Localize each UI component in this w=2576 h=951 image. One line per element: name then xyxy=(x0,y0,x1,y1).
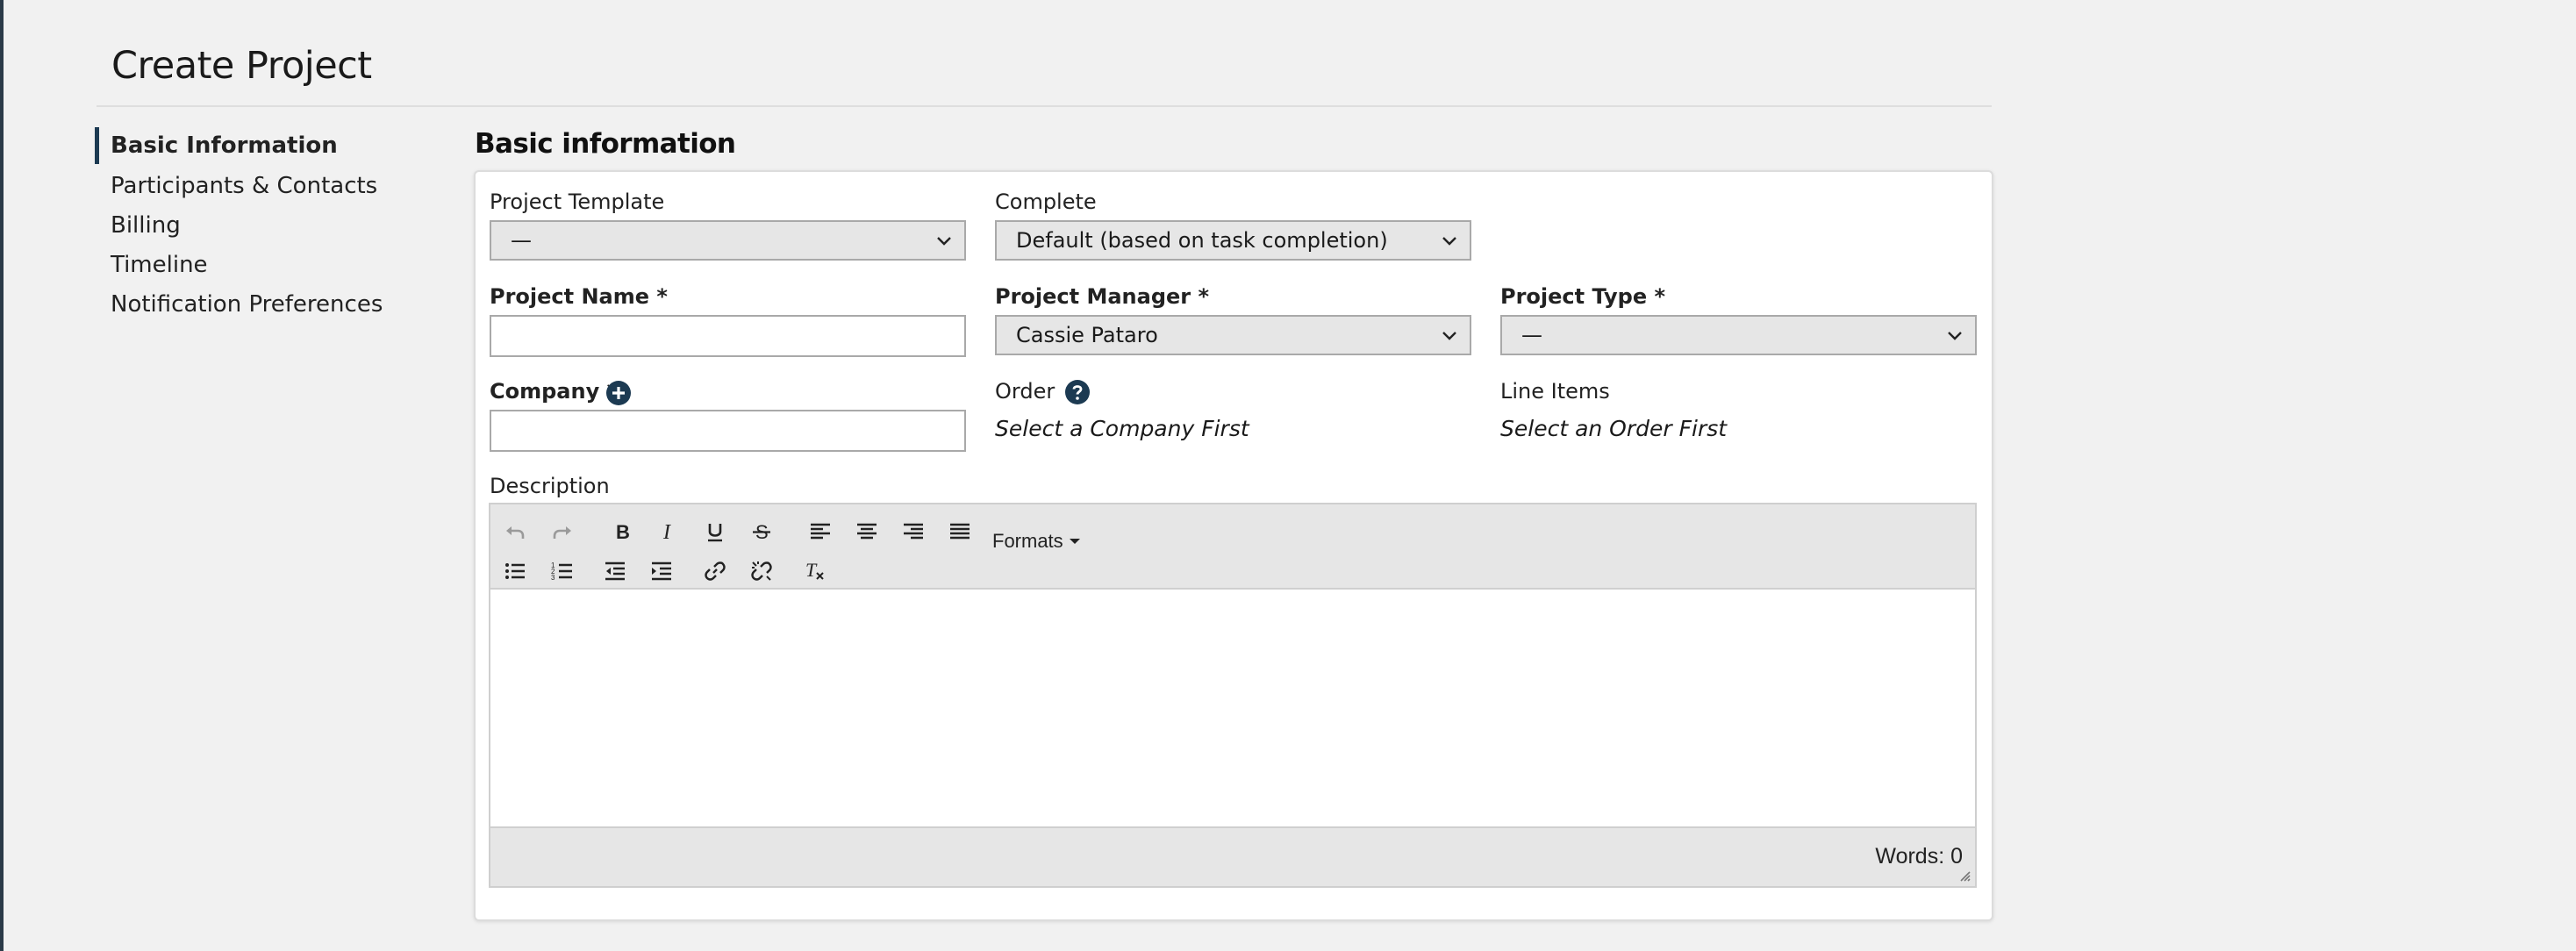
chevron-down-icon xyxy=(937,237,951,246)
clear-formatting-icon: T xyxy=(805,559,824,581)
order-label: Order xyxy=(995,379,1055,404)
link-button[interactable] xyxy=(698,554,733,588)
sidebar-item-timeline[interactable]: Timeline xyxy=(95,246,446,285)
project-manager-select[interactable]: Cassie Pataro xyxy=(995,315,1471,355)
project-type-label: Project Type * xyxy=(1500,284,1666,309)
svg-text:B: B xyxy=(616,521,630,543)
window-edge xyxy=(0,0,4,951)
sidebar-item-basic-information[interactable]: Basic Information xyxy=(95,127,446,164)
indent-icon xyxy=(652,561,671,581)
bullet-list-button[interactable] xyxy=(497,554,533,588)
underline-button[interactable] xyxy=(698,515,733,548)
order-placeholder-note: Select a Company First xyxy=(995,416,1249,441)
undo-icon xyxy=(506,526,525,539)
outdent-icon xyxy=(605,561,625,581)
line-items-label: Line Items xyxy=(1500,379,1610,404)
align-left-icon xyxy=(811,523,830,540)
align-right-icon xyxy=(904,523,923,540)
editor-toolbar: B I S Formats 123 T xyxy=(490,504,1975,590)
project-manager-value: Cassie Pataro xyxy=(1016,323,1158,347)
description-editor: B I S Formats 123 T Words: 0 xyxy=(489,503,1977,888)
company-label: Company * xyxy=(490,379,619,404)
unlink-button[interactable] xyxy=(744,554,779,588)
italic-button[interactable]: I xyxy=(651,515,686,548)
question-circle-icon[interactable] xyxy=(1065,380,1090,404)
undo-button[interactable] xyxy=(497,515,533,548)
section-nav: Basic Information Participants & Contact… xyxy=(95,127,446,325)
title-divider xyxy=(97,105,1992,107)
caret-down-icon xyxy=(1069,539,1080,544)
bullet-list-icon xyxy=(505,563,525,579)
description-textarea[interactable] xyxy=(490,590,1975,828)
align-center-button[interactable] xyxy=(849,515,884,548)
description-label: Description xyxy=(490,474,610,498)
numbered-list-button[interactable]: 123 xyxy=(545,554,580,588)
align-left-button[interactable] xyxy=(803,515,838,548)
underline-icon xyxy=(708,524,722,542)
chevron-down-icon xyxy=(1442,332,1456,340)
bold-icon: B xyxy=(616,521,630,543)
project-template-select[interactable]: — xyxy=(490,220,966,261)
project-type-select[interactable]: — xyxy=(1500,315,1977,355)
align-justify-icon xyxy=(950,523,970,540)
svg-text:T: T xyxy=(805,559,818,581)
complete-value: Default (based on task completion) xyxy=(1016,228,1388,253)
chevron-down-icon xyxy=(1948,332,1962,340)
strikethrough-button[interactable]: S xyxy=(744,515,779,548)
editor-statusbar: Words: 0 xyxy=(490,826,1975,886)
svg-text:I: I xyxy=(662,521,671,544)
page-title: Create Project xyxy=(111,44,372,88)
sidebar-item-participants-contacts[interactable]: Participants & Contacts xyxy=(95,167,446,206)
project-type-value: — xyxy=(1521,323,1542,347)
word-count: Words: 0 xyxy=(1875,844,1963,869)
formats-label: Formats xyxy=(992,530,1063,552)
bold-button[interactable]: B xyxy=(605,515,640,548)
project-name-label: Project Name * xyxy=(490,284,668,309)
add-company-icon[interactable] xyxy=(606,381,631,405)
numbered-list-icon: 123 xyxy=(551,561,572,582)
project-template-label: Project Template xyxy=(490,189,665,214)
project-manager-label: Project Manager * xyxy=(995,284,1210,309)
company-input[interactable] xyxy=(490,410,966,452)
align-center-icon xyxy=(857,523,877,540)
align-justify-button[interactable] xyxy=(942,515,977,548)
clear-formatting-button[interactable]: T xyxy=(798,554,833,588)
formats-dropdown[interactable]: Formats xyxy=(992,525,1081,558)
link-icon xyxy=(705,561,726,581)
chevron-down-icon xyxy=(1442,237,1456,246)
strikethrough-icon: S xyxy=(753,521,770,543)
align-right-button[interactable] xyxy=(896,515,931,548)
unlink-icon xyxy=(751,561,772,581)
sidebar-item-notification-preferences[interactable]: Notification Preferences xyxy=(95,285,446,325)
svg-text:3: 3 xyxy=(551,574,555,582)
outdent-button[interactable] xyxy=(597,554,633,588)
complete-label: Complete xyxy=(995,189,1097,214)
sidebar-item-billing[interactable]: Billing xyxy=(95,206,446,246)
project-template-value: — xyxy=(511,228,532,253)
project-name-input[interactable] xyxy=(490,315,966,357)
italic-icon: I xyxy=(662,521,671,544)
complete-select[interactable]: Default (based on task completion) xyxy=(995,220,1471,261)
section-heading: Basic information xyxy=(475,128,736,160)
resize-handle-icon[interactable] xyxy=(1957,869,1971,883)
redo-button[interactable] xyxy=(545,515,580,548)
indent-button[interactable] xyxy=(644,554,679,588)
redo-icon xyxy=(553,526,571,539)
line-items-placeholder-note: Select an Order First xyxy=(1500,416,1728,441)
